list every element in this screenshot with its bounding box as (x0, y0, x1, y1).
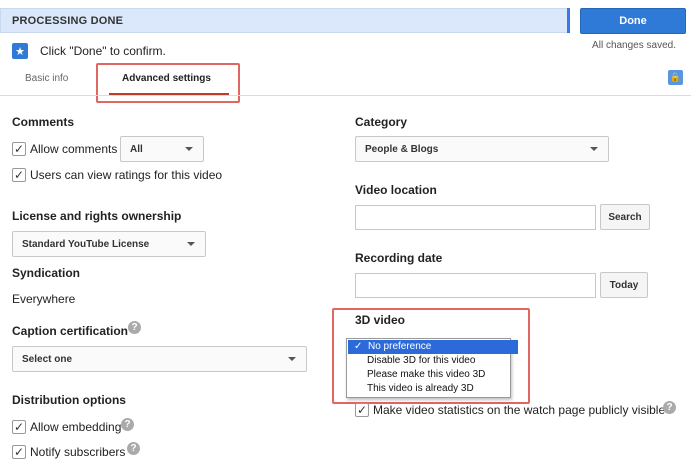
help-icon[interactable]: ? (127, 442, 140, 455)
video-location-input[interactable] (355, 205, 596, 230)
category-select-value: People & Blogs (365, 143, 439, 155)
category-heading: Category (355, 115, 408, 129)
search-button[interactable]: Search (600, 204, 650, 230)
tab-divider (0, 95, 691, 96)
star-icon: ★ (12, 43, 28, 59)
today-button[interactable]: Today (600, 272, 648, 298)
ratings-label: Users can view ratings for this video (30, 168, 223, 182)
help-icon[interactable]: ? (663, 401, 676, 414)
saved-status: All changes saved. (592, 40, 676, 51)
video3d-dropdown[interactable]: ✓ No preference Disable 3D for this vide… (346, 338, 518, 398)
chevron-down-icon (187, 242, 195, 246)
allow-comments-checkbox[interactable]: ✓ (12, 142, 26, 156)
license-select[interactable]: Standard YouTube License (12, 231, 206, 257)
tab-highlight-box (96, 63, 240, 103)
ratings-checkbox[interactable]: ✓ (12, 168, 26, 182)
comments-select[interactable]: All (120, 136, 204, 162)
category-select[interactable]: People & Blogs (355, 136, 609, 162)
caption-heading: Caption certification (12, 324, 129, 338)
checkmark-icon: ✓ (354, 341, 363, 352)
allow-embedding-label: Allow embedding (30, 420, 122, 434)
video3d-option[interactable]: ✓ No preference (348, 340, 518, 354)
license-heading: License and rights ownership (12, 209, 182, 223)
lock-icon[interactable]: 🔒 (668, 70, 683, 85)
chevron-down-icon (590, 147, 598, 151)
confirm-message: Click "Done" to confirm. (40, 44, 166, 58)
stats-public-label: Make video statistics on the watch page … (373, 403, 666, 417)
video3d-option[interactable]: Disable 3D for this video (347, 354, 510, 368)
status-divider (567, 8, 570, 33)
comments-heading: Comments (12, 115, 75, 129)
notify-subscribers-label: Notify subscribers (30, 445, 126, 459)
syndication-heading: Syndication (12, 266, 81, 280)
chevron-down-icon (185, 147, 193, 151)
allow-embedding-checkbox[interactable]: ✓ (12, 420, 26, 434)
help-icon[interactable]: ? (128, 321, 141, 334)
stats-public-checkbox[interactable]: ✓ (355, 403, 369, 417)
license-select-value: Standard YouTube License (22, 238, 150, 250)
done-button[interactable]: Done (580, 8, 686, 34)
help-icon[interactable]: ? (121, 418, 134, 431)
processing-status-text: PROCESSING DONE (12, 15, 124, 27)
comments-select-value: All (130, 143, 143, 155)
caption-select[interactable]: Select one (12, 346, 307, 372)
allow-comments-label: Allow comments (30, 142, 118, 156)
chevron-down-icon (288, 357, 296, 361)
recording-date-input[interactable] (355, 273, 596, 298)
caption-select-value: Select one (22, 353, 73, 365)
distribution-heading: Distribution options (12, 393, 126, 407)
tab-basic-info[interactable]: Basic info (25, 73, 68, 84)
syndication-value: Everywhere (12, 292, 76, 306)
video3d-option[interactable]: This video is already 3D (347, 382, 510, 396)
recording-date-heading: Recording date (355, 251, 443, 265)
video-location-heading: Video location (355, 183, 437, 197)
video3d-option[interactable]: Please make this video 3D (347, 368, 510, 382)
notify-subscribers-checkbox[interactable]: ✓ (12, 445, 26, 459)
video3d-heading: 3D video (355, 313, 406, 327)
